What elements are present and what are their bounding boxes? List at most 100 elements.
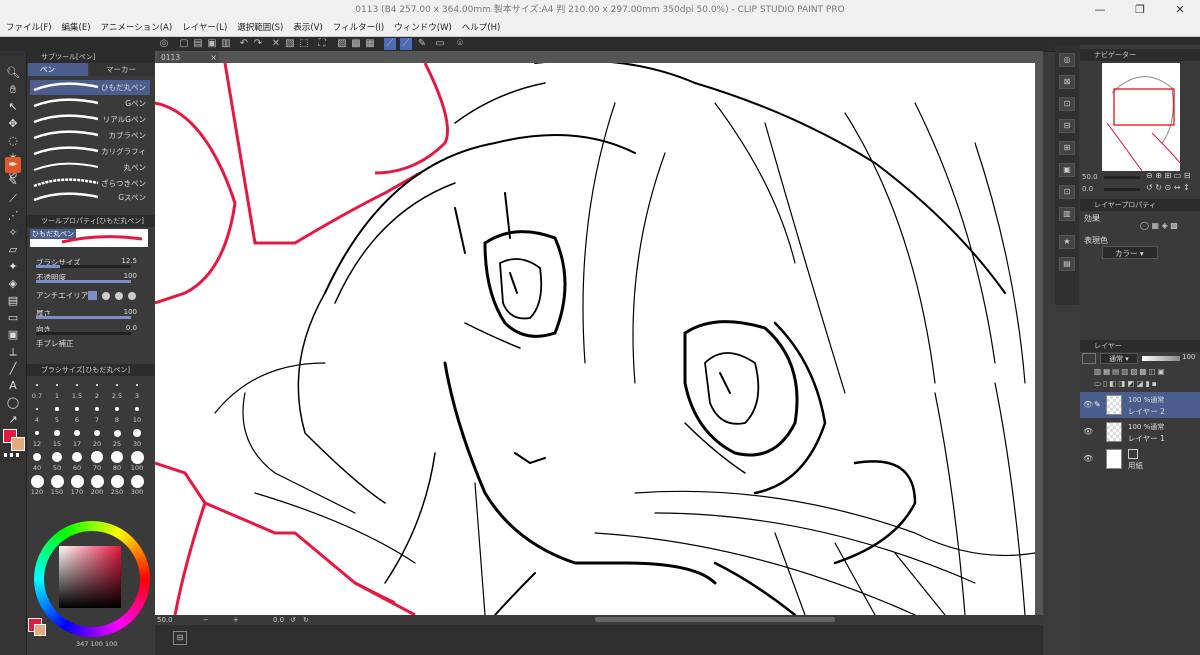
- navigator-angle[interactable]: 0.0: [1082, 185, 1093, 193]
- prop-brush-size[interactable]: ブラシサイズ 12.5: [30, 256, 155, 269]
- color-tone-icon[interactable]: ▭: [434, 38, 446, 50]
- brush-size-dot[interactable]: [54, 430, 60, 436]
- saturation-value-square[interactable]: [59, 546, 121, 608]
- select-all-icon[interactable]: ⛶: [316, 38, 328, 50]
- decoration-tool-icon[interactable]: ✧: [5, 225, 21, 241]
- lasso-tool-icon[interactable]: ◌: [5, 133, 21, 149]
- brush-size-dot[interactable]: [93, 429, 101, 437]
- line-tool-icon[interactable]: ╱: [5, 361, 21, 377]
- brush-size-dot[interactable]: [36, 384, 38, 386]
- navigator-zoom[interactable]: 50.0: [1082, 173, 1098, 181]
- menu-filter[interactable]: フィルター(I): [327, 20, 388, 36]
- quick-access-8-icon[interactable]: ▥: [1059, 207, 1075, 221]
- brush-item-hinomaru[interactable]: ひもだ丸ペン: [30, 80, 150, 95]
- frame-tool-icon[interactable]: ▣: [5, 327, 21, 343]
- layer-opacity-value[interactable]: 100: [1182, 353, 1195, 361]
- new-file-icon[interactable]: ▢: [178, 38, 190, 50]
- quick-access-2-icon[interactable]: ⊠: [1059, 75, 1075, 89]
- fill-icon[interactable]: ▧: [284, 38, 296, 50]
- quick-access-4-icon[interactable]: ⊟: [1059, 119, 1075, 133]
- brush-item-kabura[interactable]: カブラペン: [30, 128, 150, 143]
- antialias-weak-icon[interactable]: [102, 292, 110, 300]
- tab-pen[interactable]: ペン: [28, 63, 88, 76]
- brush-size-dot[interactable]: [56, 384, 58, 386]
- balloon-tool-icon[interactable]: ◯: [5, 395, 21, 411]
- transform-icon[interactable]: ⬚: [298, 38, 310, 50]
- brush-size-dot[interactable]: [90, 474, 104, 488]
- brush-size-dot[interactable]: [115, 407, 119, 411]
- brush-size-dot[interactable]: [115, 383, 119, 387]
- color-sub-swatch[interactable]: [34, 624, 46, 636]
- brush-size-dot[interactable]: [95, 407, 99, 411]
- undo-icon[interactable]: ↶: [238, 38, 250, 50]
- brush-tool-icon[interactable]: ⟋: [5, 191, 21, 207]
- selection-border-icon[interactable]: ▦: [364, 38, 376, 50]
- navigator-angle-slider[interactable]: [1104, 188, 1140, 191]
- brush-size-dot[interactable]: [71, 451, 83, 463]
- brush-item-rough[interactable]: ざらつきペン: [30, 176, 150, 191]
- layer-blend-icon[interactable]: [1082, 353, 1096, 364]
- quick-access-5-icon[interactable]: ⊞: [1059, 141, 1075, 155]
- open-file-icon[interactable]: ▤: [192, 38, 204, 50]
- zoom-tool-icon[interactable]: 🔍︎: [5, 65, 21, 81]
- menu-selection[interactable]: 選択範囲(S): [231, 20, 287, 36]
- navigator-zoom-buttons[interactable]: ⊖ ⊕ ⊞ ▭ ⊟: [1146, 171, 1191, 180]
- menu-view[interactable]: 表示(V): [287, 20, 326, 36]
- navigator-zoom-slider[interactable]: [1104, 176, 1140, 179]
- move-layer-tool-icon[interactable]: ✥: [5, 116, 21, 132]
- menu-help[interactable]: ヘルプ(H): [456, 20, 505, 36]
- brush-size-dot[interactable]: [110, 450, 124, 464]
- menu-layer[interactable]: レイヤー(L): [176, 20, 231, 36]
- menu-edit[interactable]: 編集(E): [56, 20, 95, 36]
- redo-icon[interactable]: ↷: [252, 38, 264, 50]
- brush-size-dot[interactable]: [130, 474, 144, 488]
- minimize-button[interactable]: —: [1080, 0, 1120, 20]
- airbrush-tool-icon[interactable]: ⋰: [5, 208, 21, 224]
- canvas-zoom-value[interactable]: 50.0: [157, 615, 173, 625]
- maximize-button[interactable]: ❐: [1120, 0, 1160, 20]
- pen-tool-icon[interactable]: ✒: [5, 157, 21, 173]
- snap-ruler-icon[interactable]: ⟋: [384, 38, 396, 50]
- brush-item-gpen[interactable]: Gペン: [30, 96, 150, 111]
- brush-size-dot[interactable]: [30, 474, 44, 488]
- effect-buttons[interactable]: ◯ ▦ ◈ ▩: [1140, 221, 1178, 230]
- layer-opacity-slider[interactable]: [1142, 356, 1180, 361]
- antialias-none-icon[interactable]: [88, 291, 97, 300]
- prop-direction[interactable]: 向き 0.0: [30, 323, 155, 336]
- quick-access-1-icon[interactable]: ◎: [1059, 53, 1075, 67]
- brush-size-dot[interactable]: [52, 452, 62, 462]
- brush-item-maru[interactable]: 丸ペン: [30, 160, 150, 175]
- blend-mode-select[interactable]: 通常 ▾: [1100, 353, 1138, 364]
- brush-size-dot[interactable]: [55, 407, 59, 411]
- hand-tool-icon[interactable]: ✋︎: [5, 82, 21, 98]
- fill-tool-icon[interactable]: ◈: [5, 276, 21, 292]
- rotate-left-icon[interactable]: ↺: [290, 615, 296, 625]
- pencil-tool-icon[interactable]: ✎: [5, 174, 21, 190]
- print-icon[interactable]: ▥: [220, 38, 232, 50]
- brush-size-dot[interactable]: [130, 450, 144, 464]
- antialias-medium-icon[interactable]: [115, 292, 123, 300]
- zoom-in-icon[interactable]: +: [233, 615, 239, 625]
- brush-size-dot[interactable]: [75, 407, 79, 411]
- menu-window[interactable]: ウィンドウ(W): [388, 20, 456, 36]
- snap-grid-icon[interactable]: ✎: [416, 38, 428, 50]
- brush-size-dot[interactable]: [91, 451, 103, 463]
- quick-access-7-icon[interactable]: ⊡: [1059, 185, 1075, 199]
- visibility-eye-icon[interactable]: 👁︎: [1083, 400, 1093, 409]
- figure-tool-icon[interactable]: ▭: [5, 310, 21, 326]
- clip-studio-icon[interactable]: ◎: [158, 38, 170, 50]
- gradient-tool-icon[interactable]: ▤: [5, 293, 21, 309]
- eraser-tool-icon[interactable]: ▱: [5, 242, 21, 258]
- brush-size-dot[interactable]: [74, 430, 80, 436]
- visibility-eye-icon[interactable]: 👁︎: [1083, 427, 1093, 436]
- save-icon[interactable]: ▣: [206, 38, 218, 50]
- brush-size-dot[interactable]: [70, 474, 84, 488]
- layer-tool-buttons-2[interactable]: ▭▯◧◨◩◪▮▪: [1094, 379, 1159, 388]
- sub-color-swatch[interactable]: [11, 437, 25, 451]
- clear-icon[interactable]: ✕: [270, 38, 282, 50]
- prop-opacity[interactable]: 不透明度 100: [30, 271, 155, 284]
- snap-special-ruler-icon[interactable]: ⟋: [400, 38, 412, 50]
- brush-size-dot[interactable]: [135, 383, 139, 387]
- navigator-rotate-buttons[interactable]: ↺ ↻ ⊙ ↔ ↕: [1146, 183, 1190, 192]
- brush-size-dot[interactable]: [50, 474, 64, 488]
